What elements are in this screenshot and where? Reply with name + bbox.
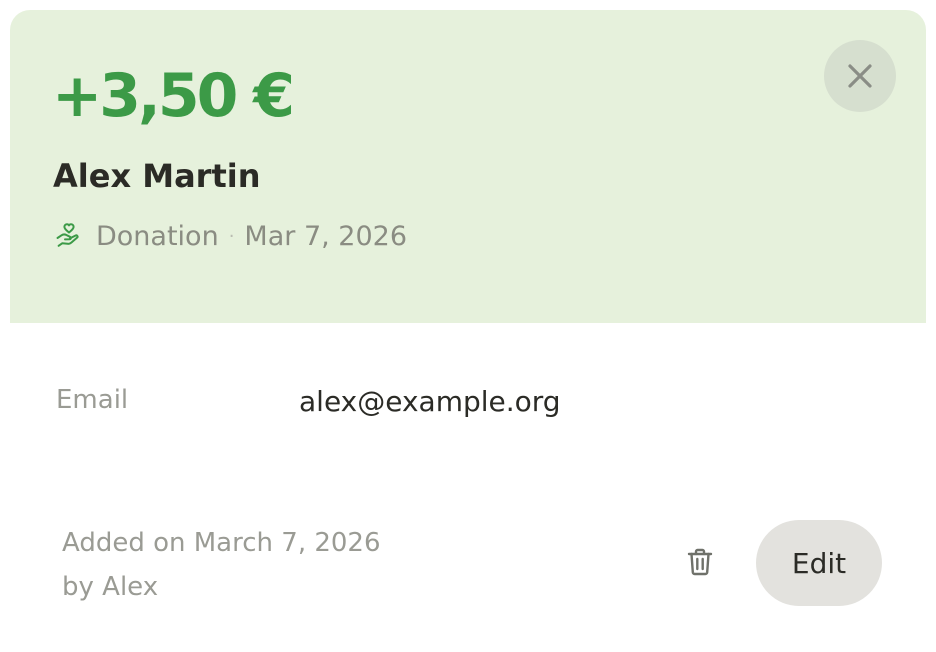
transaction-amount: +3,50 €: [52, 61, 295, 131]
payer-name: Alex Martin: [53, 157, 261, 195]
added-by-text: by Alex: [62, 572, 159, 602]
trash-icon: [687, 548, 713, 576]
delete-button[interactable]: [676, 538, 724, 586]
edit-button[interactable]: Edit: [756, 520, 882, 606]
close-icon: [848, 64, 872, 88]
meta-separator: ·: [228, 225, 235, 247]
added-info: Added on March 7, 2026 by Alex: [62, 521, 381, 609]
email-label: Email: [56, 385, 129, 415]
category-label: Donation: [96, 220, 219, 252]
transaction-meta: Donation · Mar 7, 2026: [54, 219, 407, 253]
transaction-detail-card: +3,50 € Alex Martin Donation · Mar 7, 20…: [0, 0, 936, 652]
transaction-date: Mar 7, 2026: [244, 220, 408, 252]
email-value: alex@example.org: [299, 385, 561, 418]
added-on-text: Added on March 7, 2026: [62, 528, 381, 558]
close-button[interactable]: [824, 40, 896, 112]
hand-heart-icon: [54, 221, 84, 251]
